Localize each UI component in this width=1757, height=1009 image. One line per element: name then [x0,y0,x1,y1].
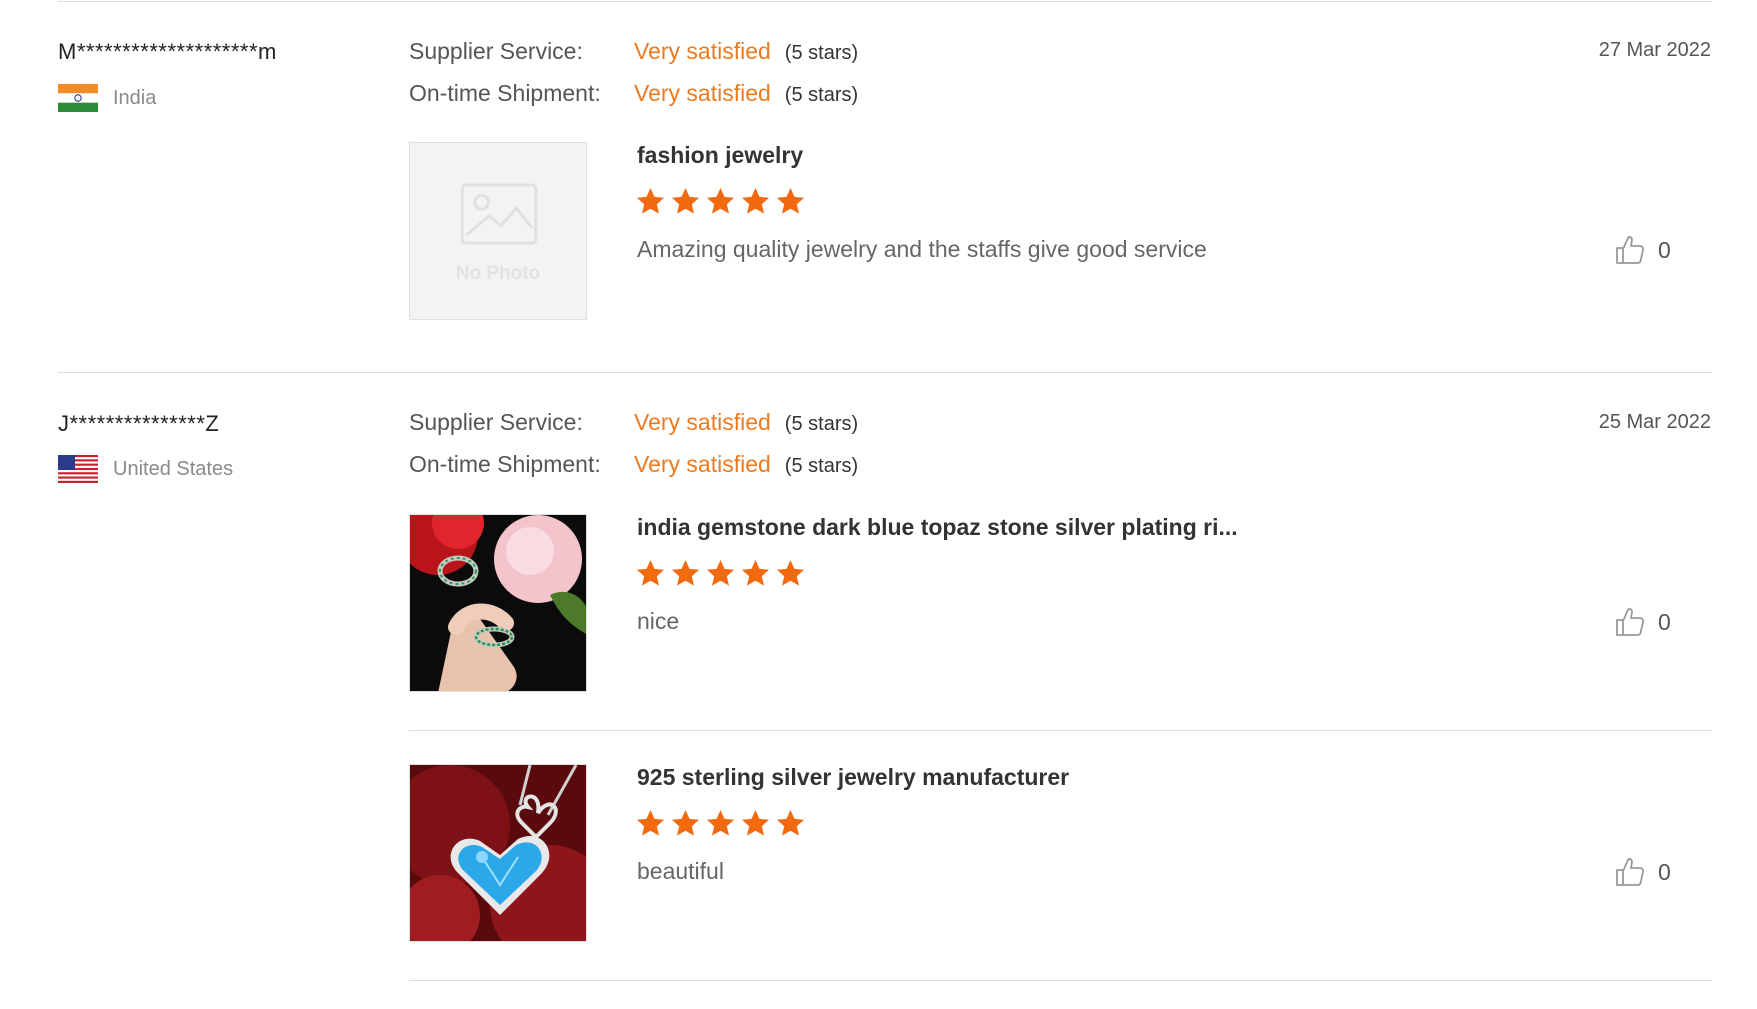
reviewer-country: India [58,84,156,112]
like-button[interactable]: 0 [1614,606,1671,638]
usa-flag-icon [58,455,98,483]
rating-stars-text: (5 stars) [784,42,859,64]
star-icon [741,187,770,214]
supplier-service-rating: Supplier Service: Very satisfied (5 star… [409,409,858,436]
rating-stars-text: (5 stars) [784,413,859,435]
like-count: 0 [1658,858,1671,885]
thumbs-up-icon [1616,858,1644,886]
review-date: 25 Mar 2022 [1598,411,1711,433]
rating-label: Supplier Service: [409,38,583,64]
product-star-rating [635,808,810,839]
review-comment: Amazing quality jewelry and the staffs g… [637,236,1207,262]
ring-photo [410,515,586,691]
product-thumbnail[interactable] [409,764,587,942]
supplier-service-rating: Supplier Service: Very satisfied (5 star… [409,38,858,65]
review-comment: beautiful [637,858,724,884]
india-flag-icon [58,84,98,112]
star-icon [671,559,700,586]
reviewer-name: J***************Z [58,411,220,436]
reviewer-country: United States [58,455,233,483]
star-icon [776,559,805,586]
review-divider [58,372,1712,373]
rating-label: On-time Shipment: [409,451,601,477]
review-date: 27 Mar 2022 [1598,39,1711,61]
rating-value: Very satisfied [634,38,771,64]
reviewer-name: M********************m [58,39,277,64]
rating-stars-text: (5 stars) [784,84,859,106]
top-divider [58,1,1712,2]
on-time-shipment-rating: On-time Shipment: Very satisfied (5 star… [409,451,858,478]
like-count: 0 [1658,236,1671,263]
star-icon [636,187,665,214]
product-divider [409,730,1712,731]
product-thumbnail[interactable] [409,514,587,692]
country-name: United States [113,457,234,480]
country-name: India [113,86,157,109]
star-icon [741,809,770,836]
rating-value: Very satisfied [634,409,771,435]
product-name[interactable]: 925 sterling silver jewelry manufacturer [637,764,1069,791]
product-name[interactable]: india gemstone dark blue topaz stone sil… [637,514,1238,541]
thumbs-up-icon [1616,236,1644,264]
on-time-shipment-rating: On-time Shipment: Very satisfied (5 star… [409,80,858,107]
product-divider [409,980,1712,981]
star-icon [671,187,700,214]
star-icon [776,187,805,214]
thumbs-up-icon [1616,608,1644,636]
rating-label: Supplier Service: [409,409,583,435]
product-star-rating [635,558,810,589]
rating-value: Very satisfied [634,451,771,477]
star-icon [741,559,770,586]
no-photo-label: No Photo [455,263,541,284]
star-icon [671,809,700,836]
heart-pendant-photo [410,765,586,941]
like-button[interactable]: 0 [1614,856,1671,888]
review-comment: nice [637,608,680,634]
rating-value: Very satisfied [634,80,771,106]
star-icon [706,809,735,836]
star-icon [636,809,665,836]
product-star-rating [635,186,810,217]
product-name[interactable]: fashion jewelry [637,142,803,169]
star-icon [636,559,665,586]
star-icon [776,809,805,836]
star-icon [706,559,735,586]
like-count: 0 [1658,608,1671,635]
product-thumbnail[interactable]: No Photo [409,142,587,320]
rating-stars-text: (5 stars) [784,455,859,477]
like-button[interactable]: 0 [1614,234,1671,266]
rating-label: On-time Shipment: [409,80,601,106]
star-icon [706,187,735,214]
no-photo-icon [460,183,538,245]
